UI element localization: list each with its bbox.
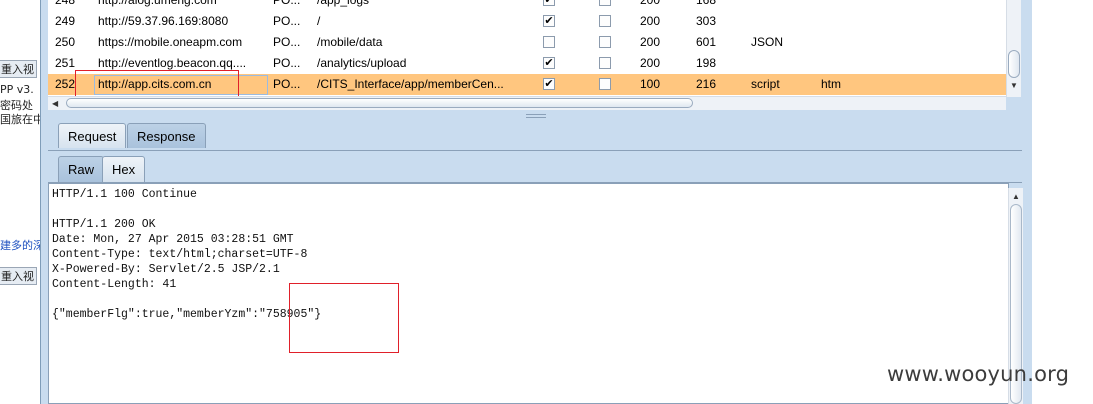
scroll-down-arrow-icon[interactable]: ▼ [1010, 81, 1018, 90]
response-line: X-Powered-By: Servlet/2.5 JSP/2.1 [52, 263, 280, 276]
tab-response[interactable]: Response [127, 123, 206, 148]
row-method: PO... [273, 0, 301, 7]
row-highlight-checkbox[interactable]: ✔ [543, 0, 555, 6]
view-tabs: Raw Hex [48, 155, 1022, 183]
row-mime [751, 53, 811, 74]
table-row[interactable]: 249 http://59.37.96.169:8080 PO... / 200 303 ✔ [48, 11, 1006, 32]
table-row[interactable]: 252 http://app.cits.com.cn PO... /CITS_Inte… [48, 74, 1006, 95]
row-length: 303 [696, 14, 717, 28]
row-highlight-checkbox-cell: ✔ [543, 53, 557, 74]
response-line: {"memberFlg":true,"memberYzm":"758905"} [52, 308, 322, 321]
row-extension [821, 32, 881, 53]
row-length: 601 [696, 35, 717, 49]
row-length: 168 [696, 0, 717, 7]
pane-splitter[interactable] [48, 110, 1020, 120]
history-table: 248 http://alog.umeng.com PO... /app_logs 20… [48, 0, 1006, 97]
row-status: 200 [640, 0, 661, 7]
scroll-left-arrow-icon[interactable]: ◀ [52, 99, 58, 108]
row-number: 249 [55, 14, 76, 28]
row-comment-checkbox-cell [599, 32, 613, 53]
row-extension: htm [821, 77, 842, 91]
background-link-fragment: 建多的深 [0, 239, 44, 252]
row-number: 252 [55, 77, 76, 91]
message-tabs: Request Response [48, 120, 1022, 151]
background-text-fragment: 重入视 [0, 60, 37, 78]
row-status: 100 [640, 77, 661, 91]
row-comment-checkbox-cell [599, 0, 613, 11]
row-status: 200 [640, 35, 661, 49]
response-line: Date: Mon, 27 Apr 2015 03:28:51 GMT [52, 233, 294, 246]
row-host: http://app.cits.com.cn [98, 77, 212, 91]
row-highlight-checkbox-cell: ✔ [543, 74, 557, 95]
row-comment-checkbox-cell [599, 53, 613, 74]
desktop-background [1032, 0, 1093, 404]
row-comment-checkbox[interactable] [599, 78, 611, 90]
response-line: HTTP/1.1 100 Continue [52, 188, 197, 201]
row-comment-checkbox-cell [599, 11, 613, 32]
row-extension [821, 53, 881, 74]
row-number: 251 [55, 56, 76, 70]
row-highlight-checkbox[interactable] [543, 36, 555, 48]
tab-raw[interactable]: Raw [58, 156, 105, 182]
row-highlight-checkbox[interactable]: ✔ [543, 15, 555, 27]
row-comment-checkbox[interactable] [599, 57, 611, 69]
row-url: /mobile/data [317, 35, 383, 49]
row-mime: script [751, 77, 780, 91]
row-highlight-checkbox-cell: ✔ [543, 11, 557, 32]
row-number: 250 [55, 35, 76, 49]
row-host: http://alog.umeng.com [98, 0, 217, 7]
response-line: Content-Type: text/html;charset=UTF-8 [52, 248, 308, 261]
table-row[interactable]: 250 https://mobile.oneapm.com PO... /mobile… [48, 32, 1006, 53]
table-vertical-scrollbar[interactable]: ▼ [1006, 0, 1021, 97]
row-comment-checkbox[interactable] [599, 0, 611, 6]
splitter-grip-icon[interactable] [526, 114, 546, 118]
vertical-scroll-thumb[interactable] [1008, 50, 1020, 78]
row-mime [751, 11, 811, 32]
row-method: PO... [273, 77, 301, 91]
row-url: /app_logs [317, 0, 370, 7]
horizontal-scroll-thumb[interactable] [66, 98, 693, 108]
row-highlight-checkbox-cell [543, 32, 557, 53]
watermark-text: www.wooyun.org [887, 362, 1070, 386]
table-horizontal-scrollbar[interactable]: ◀ [48, 96, 1006, 110]
row-method: PO... [273, 56, 301, 70]
row-status: 200 [640, 56, 661, 70]
row-method: PO... [273, 35, 301, 49]
row-method: PO... [273, 14, 301, 28]
table-row[interactable]: 251 http://eventlog.beacon.qq.... PO... /an… [48, 53, 1006, 74]
row-host: https://mobile.oneapm.com [98, 35, 243, 49]
row-highlight-checkbox[interactable]: ✔ [543, 78, 555, 90]
row-mime: JSON [751, 35, 784, 49]
tab-hex[interactable]: Hex [102, 156, 146, 182]
row-highlight-checkbox-cell: ✔ [543, 0, 557, 11]
background-page: 重入视 PP v3. 密码处 国旅在中 建多的深 重入视 [0, 0, 44, 404]
row-number: 248 [55, 0, 76, 7]
background-text-fragment: PP v3. [0, 83, 34, 96]
row-length: 216 [696, 77, 717, 91]
row-extension [821, 11, 881, 32]
row-comment-checkbox[interactable] [599, 36, 611, 48]
row-highlight-checkbox[interactable]: ✔ [543, 57, 555, 69]
background-text-fragment: 重入视 [0, 267, 37, 285]
background-text-fragment: 国旅在中 [0, 113, 44, 126]
row-extension [821, 0, 881, 11]
row-url: /CITS_Interface/app/memberCen... [317, 77, 504, 91]
row-host: http://59.37.96.169:8080 [98, 14, 229, 28]
row-status: 200 [640, 14, 661, 28]
response-line [52, 292, 1008, 307]
row-comment-checkbox[interactable] [599, 15, 611, 27]
scroll-up-arrow-icon[interactable]: ▲ [1012, 192, 1020, 201]
row-length: 198 [696, 56, 717, 70]
row-url: / [317, 14, 321, 28]
response-line: HTTP/1.1 200 OK [52, 218, 156, 231]
response-line [52, 202, 1008, 217]
tab-request[interactable]: Request [58, 123, 127, 148]
row-comment-checkbox-cell [599, 74, 613, 95]
row-host: http://eventlog.beacon.qq.... [98, 56, 247, 70]
row-mime [751, 0, 811, 11]
response-line: Content-Length: 41 [52, 278, 177, 291]
raw-response-text[interactable]: HTTP/1.1 100 Continue HTTP/1.1 200 OK Date… [48, 183, 1009, 404]
row-url: /analytics/upload [317, 56, 407, 70]
table-row[interactable]: 248 http://alog.umeng.com PO... /app_logs 20… [48, 0, 1006, 11]
